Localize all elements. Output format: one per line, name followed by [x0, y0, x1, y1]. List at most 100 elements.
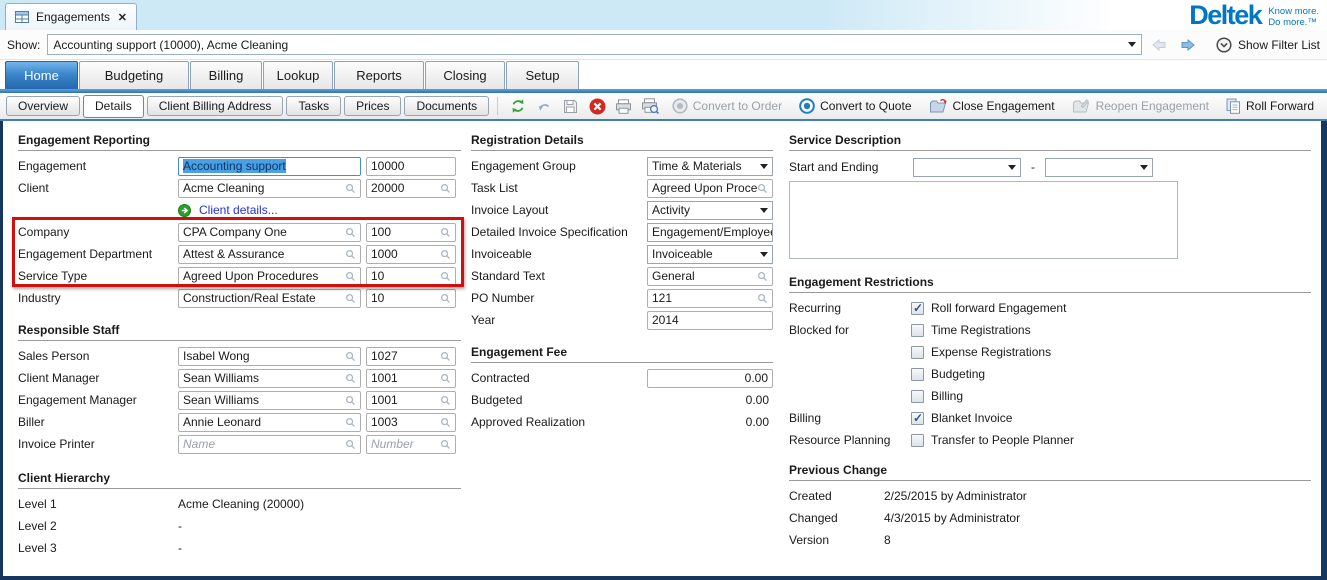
search-icon[interactable] [440, 351, 451, 362]
checkbox-budgeting[interactable] [911, 368, 924, 381]
checkbox-roll-forward-engagement[interactable] [911, 302, 924, 315]
start-date-select[interactable] [913, 158, 1021, 177]
search-icon[interactable] [757, 183, 768, 194]
company-code-field[interactable]: 100 [366, 223, 456, 242]
service-type-name-field[interactable]: Agreed Upon Procedures [178, 267, 361, 286]
subtab-documents[interactable]: Documents [404, 96, 489, 116]
checkbox-expense-registrations[interactable] [911, 346, 924, 359]
undo-button[interactable] [533, 95, 556, 117]
search-icon[interactable] [345, 249, 356, 260]
close-tab-icon[interactable] [118, 11, 127, 24]
year-field[interactable]: 2014 [647, 311, 773, 330]
contracted-field[interactable]: 0.00 [647, 369, 773, 388]
tab-lookup[interactable]: Lookup [263, 61, 333, 89]
service-description-textarea[interactable] [789, 181, 1178, 259]
dropdown-arrow-icon [760, 208, 768, 213]
industry-name-field[interactable]: Construction/Real Estate [178, 289, 361, 308]
subtab-prices[interactable]: Prices [344, 96, 401, 116]
refresh-button[interactable] [506, 95, 529, 117]
next-record-button[interactable] [1177, 35, 1199, 55]
previous-record-button[interactable] [1149, 35, 1171, 55]
engagement-group-select[interactable]: Time & Materials [647, 157, 773, 176]
tab-budgeting[interactable]: Budgeting [79, 61, 189, 89]
search-icon[interactable] [345, 395, 356, 406]
standard-text-field[interactable]: General [647, 267, 773, 286]
search-icon[interactable] [345, 183, 356, 194]
tab-setup[interactable]: Setup [506, 61, 579, 89]
search-icon[interactable] [345, 227, 356, 238]
invoice-printer-name-field[interactable]: Name [178, 435, 361, 454]
search-icon[interactable] [345, 271, 356, 282]
search-icon[interactable] [345, 373, 356, 384]
changed-label: Changed [789, 511, 884, 525]
engagement-name-field[interactable]: Accounting support [178, 157, 361, 176]
middle-column: Registration Details Engagement Group Ti… [471, 133, 773, 433]
close-engagement-button[interactable]: Close Engagement [922, 95, 1062, 117]
subtab-tasks[interactable]: Tasks [286, 96, 341, 116]
search-icon[interactable] [440, 271, 451, 282]
engagement-department-code-field[interactable]: 1000 [366, 245, 456, 264]
save-button[interactable] [559, 95, 582, 117]
task-list-field[interactable]: Agreed Upon Procedures [647, 179, 773, 198]
subtab-details[interactable]: Details [83, 95, 144, 118]
cancel-button[interactable] [585, 95, 608, 117]
engagement-code-field[interactable]: 10000 [366, 157, 456, 176]
tab-home[interactable]: Home [5, 61, 78, 89]
engagement-department-name-field[interactable]: Attest & Assurance [178, 245, 361, 264]
print-button[interactable] [612, 95, 635, 117]
tab-closing[interactable]: Closing [425, 61, 505, 89]
engagement-manager-code-field[interactable]: 1001 [366, 391, 456, 410]
roll-forward-button[interactable]: Roll Forward [1219, 95, 1321, 117]
engagements-tab[interactable]: Engagements [5, 3, 137, 30]
client-name-field[interactable]: Acme Cleaning [178, 179, 361, 198]
industry-code-field[interactable]: 10 [366, 289, 456, 308]
search-icon[interactable] [440, 417, 451, 428]
sales-person-code-field[interactable]: 1027 [366, 347, 456, 366]
po-number-field[interactable]: 121 [647, 289, 773, 308]
tab-reports[interactable]: Reports [334, 61, 424, 89]
search-icon[interactable] [440, 373, 451, 384]
checkbox-time-registrations[interactable] [911, 324, 924, 337]
biller-name-field[interactable]: Annie Leonard [178, 413, 361, 432]
client-manager-name-field[interactable]: Sean Williams [178, 369, 361, 388]
engagement-manager-name-field[interactable]: Sean Williams [178, 391, 361, 410]
biller-code-field[interactable]: 1003 [366, 413, 456, 432]
subtab-client-billing-address[interactable]: Client Billing Address [147, 96, 284, 116]
industry-label: Industry [18, 291, 173, 305]
search-icon[interactable] [440, 227, 451, 238]
search-icon[interactable] [440, 293, 451, 304]
tab-billing[interactable]: Billing [190, 61, 262, 89]
detailed-invoice-specification-row: Detailed Invoice Specification Engagemen… [471, 221, 773, 243]
search-icon[interactable] [345, 417, 356, 428]
search-icon[interactable] [345, 439, 356, 450]
company-name-field[interactable]: CPA Company One [178, 223, 361, 242]
checkbox-billing-blocked[interactable] [911, 390, 924, 403]
detailed-invoice-specification-select[interactable]: Engagement/Employee [647, 223, 773, 242]
search-icon[interactable] [757, 293, 768, 304]
checkbox-transfer-to-people-planner[interactable] [911, 434, 924, 447]
search-icon[interactable] [440, 249, 451, 260]
search-icon[interactable] [440, 439, 451, 450]
convert-to-quote-button[interactable]: Convert to Quote [792, 95, 918, 117]
search-icon[interactable] [440, 395, 451, 406]
search-icon[interactable] [345, 351, 356, 362]
service-type-code-field[interactable]: 10 [366, 267, 456, 286]
search-icon[interactable] [440, 183, 451, 194]
show-filter-combo[interactable]: Accounting support (10000), Acme Cleanin… [47, 34, 1141, 55]
show-filter-list-button[interactable]: Show Filter List [1216, 37, 1320, 53]
combo-dropdown-icon[interactable] [1128, 42, 1136, 47]
service-type-code-value: 10 [371, 269, 384, 283]
search-icon[interactable] [757, 271, 768, 282]
invoice-layout-select[interactable]: Activity [647, 201, 773, 220]
invoice-printer-code-field[interactable]: Number [366, 435, 456, 454]
print-preview-button[interactable] [638, 95, 661, 117]
checkbox-blanket-invoice[interactable] [911, 412, 924, 425]
sales-person-name-field[interactable]: Isabel Wong [178, 347, 361, 366]
search-icon[interactable] [345, 293, 356, 304]
client-manager-code-field[interactable]: 1001 [366, 369, 456, 388]
subtab-overview[interactable]: Overview [6, 96, 80, 116]
invoiceable-select[interactable]: Invoiceable [647, 245, 773, 264]
client-details-link[interactable]: Client details... [178, 203, 456, 217]
client-code-field[interactable]: 20000 [366, 179, 456, 198]
end-date-select[interactable] [1045, 158, 1153, 177]
